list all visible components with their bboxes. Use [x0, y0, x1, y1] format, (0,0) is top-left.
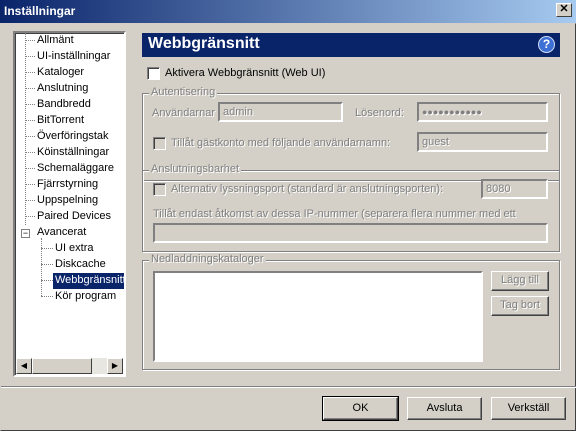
scroll-right-icon[interactable]: ▶	[107, 358, 123, 374]
title-bar: Inställningar ✕	[0, 0, 576, 23]
download-dirs-list[interactable]	[153, 271, 483, 362]
auth-legend: Autentisering	[149, 86, 218, 98]
guest-field[interactable]: guest	[417, 132, 548, 152]
tree-item-kataloger[interactable]: Kataloger	[35, 65, 86, 81]
tree-connector	[41, 280, 53, 281]
tree-connector	[25, 168, 35, 169]
dialog-body: Allmänt UI-inställningar Kataloger Anslu…	[0, 23, 576, 431]
tree-connector	[25, 104, 35, 105]
tree-connector	[41, 296, 53, 297]
tree-item-webbgransnitt[interactable]: Webbgränsnitt	[53, 273, 124, 289]
tree-connector	[25, 120, 35, 121]
tree-item-bandbredd[interactable]: Bandbredd	[35, 97, 93, 113]
close-button[interactable]: ✕	[556, 3, 572, 17]
download-dirs-legend: Nedladdningskataloger	[149, 253, 266, 265]
scroll-left-icon[interactable]: ◀	[16, 358, 32, 374]
tree-item-anslutning[interactable]: Anslutning	[35, 81, 90, 97]
tree-item-ui-extra[interactable]: UI extra	[53, 241, 96, 257]
tree-item-diskcache[interactable]: Diskcache	[53, 257, 108, 273]
download-dirs-group: Nedladdningskataloger Lägg till Tag bort	[142, 253, 560, 370]
tree-item-paired-devices[interactable]: Paired Devices	[35, 209, 113, 225]
tree-item-ui-installningar[interactable]: UI-inställningar	[35, 49, 112, 65]
tree-connector	[25, 216, 35, 217]
footer-separator	[1, 386, 576, 388]
ip-field[interactable]	[153, 223, 548, 243]
tree-connector	[25, 184, 35, 185]
close-icon: ✕	[559, 3, 569, 15]
connectivity-group: Anslutningsbarhet Alternativ lyssningspo…	[142, 163, 560, 252]
alt-port-field[interactable]: 8080	[481, 179, 548, 199]
tree-item-bittorrent[interactable]: BitTorrent	[35, 113, 86, 129]
tree-line	[25, 33, 26, 225]
tree-item-avancerat[interactable]: Avancerat	[35, 225, 88, 241]
tree-connector	[25, 136, 35, 137]
ip-label: Tillåt endast åtkomst av dessa IP-nummer…	[153, 208, 516, 220]
tree-connector	[25, 200, 35, 201]
horizontal-scrollbar[interactable]: ◀ ▶	[16, 358, 123, 374]
tree-connector	[25, 72, 35, 73]
guest-label: Tillåt gästkonto med följande användarna…	[171, 137, 391, 149]
page-title: Webbgränsnitt	[148, 35, 260, 52]
collapse-icon[interactable]: −	[21, 229, 30, 238]
scroll-thumb[interactable]	[32, 358, 92, 374]
connectivity-legend: Anslutningsbarhet	[149, 163, 242, 175]
window-title: Inställningar	[4, 4, 76, 18]
settings-tree[interactable]: Allmänt UI-inställningar Kataloger Anslu…	[13, 31, 126, 377]
tree-item-koinstallningar[interactable]: Köinställningar	[35, 145, 111, 161]
enable-webui-label: Aktivera Webbgränsnitt (Web UI)	[165, 67, 326, 79]
tree-item-uppspelning[interactable]: Uppspelning	[35, 193, 100, 209]
remove-dir-button[interactable]: Tag bort	[491, 296, 549, 316]
tree-item-allmant[interactable]: Allmänt	[35, 33, 76, 49]
guest-checkbox[interactable]	[153, 137, 166, 150]
alt-port-checkbox[interactable]	[153, 183, 166, 196]
help-icon[interactable]: ?	[538, 36, 555, 53]
enable-webui-checkbox[interactable]	[147, 67, 160, 80]
tree-connector	[41, 248, 53, 249]
cancel-button[interactable]: Avsluta	[407, 397, 482, 420]
tree-connector	[25, 56, 35, 57]
tree-line	[41, 238, 42, 296]
add-dir-button[interactable]: Lägg till	[491, 271, 549, 291]
page-header: Webbgränsnitt ?	[142, 33, 560, 57]
tree-item-fjarrstyrning[interactable]: Fjärrstyrning	[35, 177, 100, 193]
tree-item-overforingstak[interactable]: Överföringstak	[35, 129, 111, 145]
username-field[interactable]: admin	[218, 102, 343, 122]
alt-port-label: Alternativ lyssningsport (standard är an…	[171, 183, 444, 195]
tree-connector	[41, 264, 53, 265]
username-label: Användarnar	[152, 107, 215, 119]
tree-connector	[25, 88, 35, 89]
password-field[interactable]: ●●●●●●●●●●●	[417, 102, 548, 122]
tree-item-schemalaggare[interactable]: Schemaläggare	[35, 161, 116, 177]
password-label: Lösenord:	[355, 107, 404, 119]
apply-button[interactable]: Verkställ	[491, 397, 566, 420]
tree-connector	[25, 40, 35, 41]
tree-item-kor-program[interactable]: Kör program	[53, 289, 118, 305]
ok-button[interactable]: OK	[322, 396, 399, 421]
tree-connector	[25, 152, 35, 153]
